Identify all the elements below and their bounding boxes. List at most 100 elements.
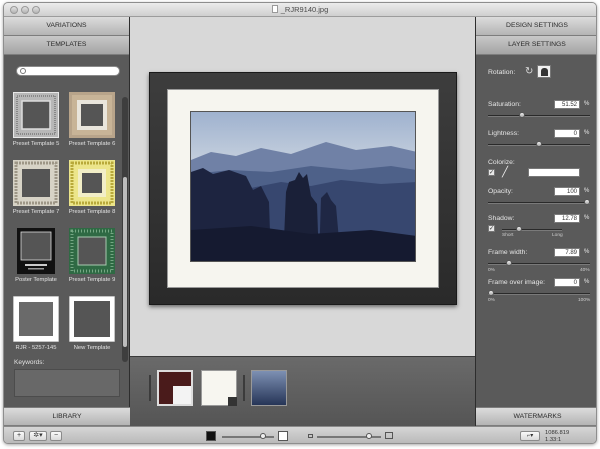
template-thumbnail[interactable]: [69, 92, 115, 138]
gold-frame-icon: [69, 160, 115, 206]
background-slider-knob[interactable]: [260, 433, 266, 439]
frame-over-image-max-label: 100%: [578, 298, 591, 303]
library-header[interactable]: LIBRARY: [4, 407, 130, 426]
saturation-unit: %: [584, 101, 590, 107]
shadow-slider[interactable]: [502, 226, 562, 232]
colorize-label: Colorize:: [488, 159, 515, 166]
search-icon: [20, 68, 26, 74]
filmstrip: [130, 356, 475, 426]
lightness-slider-knob[interactable]: [536, 141, 542, 147]
pattern-frame-icon: [13, 160, 59, 206]
frame-over-image-slider-knob[interactable]: [488, 290, 494, 296]
frame-over-image-slider[interactable]: [488, 290, 590, 296]
variations-header[interactable]: VARIATIONS: [4, 17, 129, 36]
filmstrip-divider: [243, 375, 245, 401]
frame-width-min-label: 0%: [488, 268, 495, 273]
portrait-orientation-icon[interactable]: [537, 65, 551, 78]
action-menu-button[interactable]: ✲▾: [29, 431, 47, 441]
saturation-slider[interactable]: [488, 112, 590, 118]
shadow-checkbox[interactable]: ✓: [488, 225, 495, 232]
title-bar: _RJR9140.jpg: [4, 3, 596, 17]
rotation-label: Rotation:: [488, 69, 516, 76]
shadow-value[interactable]: 12.78: [554, 214, 580, 223]
template-label: Preset Template 7: [12, 209, 60, 215]
window-title: _RJR9140.jpg: [280, 5, 329, 14]
template-label: Preset Template 8: [68, 209, 116, 215]
poster-frame-icon: [17, 228, 55, 274]
zoom-large-icon[interactable]: [385, 432, 393, 439]
lightness-value[interactable]: 0: [554, 129, 580, 138]
layer-settings-header[interactable]: LAYER SETTINGS: [476, 36, 596, 55]
lightness-slider[interactable]: [488, 141, 590, 147]
watermarks-header[interactable]: WATERMARKS: [476, 407, 596, 426]
lightness-label: Lightness:: [488, 130, 519, 137]
portrait-silhouette-icon: [541, 68, 548, 76]
window-title-wrap: _RJR9140.jpg: [4, 5, 596, 14]
opacity-slider[interactable]: [488, 199, 590, 205]
layer-thumbnail-photo[interactable]: [251, 370, 287, 406]
remove-template-button[interactable]: −: [50, 431, 62, 441]
frame-width-slider[interactable]: [488, 260, 590, 266]
colorize-checkbox[interactable]: ✓: [488, 169, 495, 176]
frame-width-slider-knob[interactable]: [506, 260, 513, 266]
bottom-toolbar: + ✲▾ − ⌐▾ 1086.819 1.33:1: [4, 426, 596, 443]
template-search-input[interactable]: [16, 66, 120, 76]
template-thumbnail[interactable]: [13, 228, 59, 274]
layer-thumbnail-mat[interactable]: [201, 370, 237, 406]
zoom-slider-knob[interactable]: [366, 433, 372, 439]
green-frame-icon: [69, 228, 115, 274]
zoom-small-icon[interactable]: [308, 434, 313, 438]
template-thumbnail[interactable]: [69, 228, 115, 274]
opacity-slider-knob[interactable]: [584, 199, 590, 205]
templates-scrollbar-thumb[interactable]: [123, 177, 127, 347]
template-thumbnail[interactable]: [13, 160, 59, 206]
frame-preview[interactable]: [149, 72, 457, 305]
frame-over-image-value[interactable]: 0: [554, 278, 580, 287]
light-background-swatch[interactable]: [278, 431, 288, 441]
background-slider[interactable]: [222, 436, 274, 438]
keywords-field[interactable]: [14, 369, 120, 397]
shadow-slider-knob[interactable]: [515, 226, 522, 232]
opacity-value[interactable]: 100: [554, 187, 580, 196]
image-size: 1086.819: [545, 430, 570, 436]
thumbnail-inner: [173, 386, 191, 404]
aspect-ratio: 1.33:1: [545, 436, 562, 443]
template-thumbnail-selected[interactable]: [12, 295, 60, 343]
template-thumbnail[interactable]: [68, 295, 116, 343]
layer-thumbnail-frame[interactable]: [157, 370, 193, 406]
plain-frame-icon: [68, 295, 116, 343]
frame-width-label: Frame width:: [488, 249, 528, 256]
crop-ratio-button[interactable]: ⌐▾: [520, 431, 540, 441]
design-settings-header[interactable]: DESIGN SETTINGS: [476, 17, 596, 36]
template-label: Preset Template 5: [12, 141, 60, 147]
eyedropper-icon[interactable]: ╱: [502, 167, 508, 178]
shadow-label: Shadow:: [488, 215, 515, 222]
thumbnail-inner: [228, 397, 237, 406]
colorize-color-well[interactable]: [528, 168, 580, 177]
frame-over-image-min-label: 0%: [488, 298, 495, 303]
app-window: _RJR9140.jpg VARIATIONS TEMPLATES Preset…: [3, 2, 597, 444]
frame-width-unit: %: [584, 249, 590, 255]
keywords-label: Keywords:: [14, 359, 45, 366]
templates-header[interactable]: TEMPLATES: [4, 36, 129, 55]
right-sidebar: DESIGN SETTINGS LAYER SETTINGS Rotation:…: [475, 17, 596, 426]
template-thumbnail[interactable]: [69, 160, 115, 206]
template-thumbnail[interactable]: [12, 91, 60, 139]
rotate-icon[interactable]: ↻: [525, 66, 536, 79]
ornate-frame-icon: [12, 91, 60, 139]
lightness-unit: %: [584, 130, 590, 136]
frame-width-value[interactable]: 7.89: [554, 248, 580, 257]
left-sidebar: VARIATIONS TEMPLATES Preset Template 5 P…: [4, 17, 130, 426]
image-dimensions: 1086.819 1.33:1: [545, 430, 569, 443]
saturation-slider-knob[interactable]: [518, 112, 525, 118]
saturation-value[interactable]: 51.52: [554, 100, 580, 109]
dark-background-swatch[interactable]: [206, 431, 216, 441]
frame-over-image-label: Frame over image:: [488, 279, 546, 286]
document-icon: [271, 5, 278, 13]
landscape-photo: [191, 112, 415, 261]
preview-canvas[interactable]: [130, 17, 475, 356]
add-template-button[interactable]: +: [13, 431, 25, 441]
shadow-min-label: Short: [502, 233, 514, 238]
photo-preview: [190, 111, 416, 262]
shadow-unit: %: [584, 215, 590, 221]
